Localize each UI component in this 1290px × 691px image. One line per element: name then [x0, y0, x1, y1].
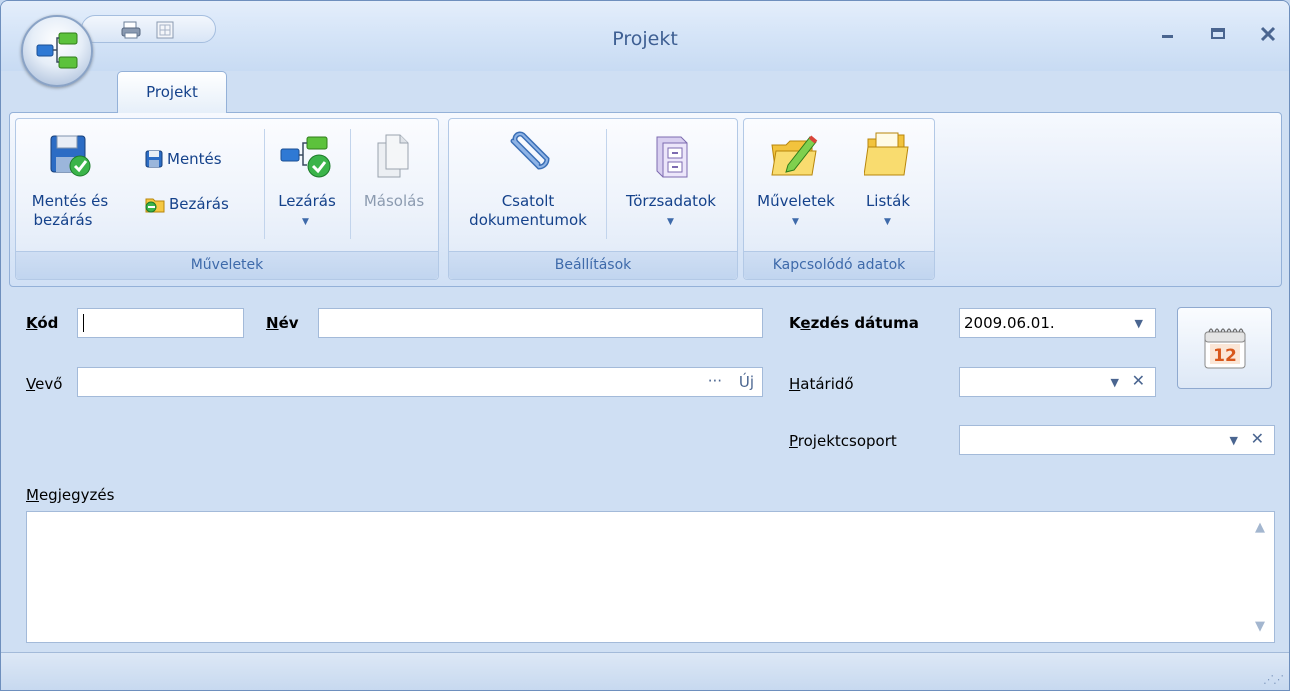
nev-label-text: Név	[266, 314, 299, 332]
attached-documents-label-1: Csatolt	[501, 192, 555, 210]
megjegyzes-label-text: Megjegyzés	[26, 486, 115, 504]
nev-label: Név	[266, 314, 299, 332]
master-data-label: Törzsadatok	[626, 192, 716, 210]
group-label-muveletek: Műveletek	[16, 251, 438, 279]
hatarido-label-text: Határidő	[789, 375, 854, 393]
minimize-icon	[1162, 35, 1173, 38]
finalize-button[interactable]: Lezárás ▼	[267, 123, 347, 245]
save-and-close-label-2: bezárás	[33, 211, 93, 229]
window: Projekt Projekt Mentés és bezárás Mentés…	[0, 0, 1290, 691]
close-button[interactable]	[1257, 23, 1279, 45]
copy-icon	[377, 134, 409, 178]
lists-label: Listák	[865, 192, 911, 210]
status-bar: ⋰⋰	[1, 652, 1289, 690]
minimize-button[interactable]	[1157, 23, 1179, 45]
application-menu-button[interactable]	[21, 15, 93, 87]
projektcsoport-label: Projektcsoport	[789, 432, 897, 450]
hatarido-clear-icon[interactable]: ✕	[1132, 371, 1145, 390]
hatarido-dropdown-icon[interactable]: ▼	[1111, 376, 1119, 389]
close-folder-icon	[145, 198, 165, 213]
ribbon-separator	[264, 129, 265, 239]
group-label-kapcsolodo-adatok: Kapcsolódó adatok	[744, 251, 934, 279]
kezdes-label-text: Kezdés dátuma	[789, 314, 919, 332]
ribbon-separator	[606, 129, 607, 239]
lists-dropdown-icon: ▼	[884, 217, 891, 227]
finalize-dropdown-icon: ▼	[302, 217, 309, 227]
close-icon	[1260, 26, 1276, 42]
scroll-down-icon[interactable]: ▼	[1255, 619, 1265, 634]
kezdes-date-input[interactable]: 2009.06.01. ▼	[959, 308, 1156, 338]
scroll-up-icon[interactable]: ▲	[1255, 520, 1265, 535]
save-button[interactable]: Mentés	[144, 149, 222, 169]
copy-button[interactable]: Másolás	[354, 123, 434, 245]
save-and-close-label-1: Mentés és	[31, 192, 109, 210]
finalize-icon	[280, 136, 331, 178]
window-title: Projekt	[612, 28, 678, 50]
title-bar: Projekt	[1, 1, 1289, 71]
save-and-close-button[interactable]: Mentés és bezárás	[20, 123, 120, 245]
calendar-button[interactable]: 12	[1177, 307, 1272, 389]
app-logo-icon	[36, 32, 78, 69]
tab-projekt[interactable]: Projekt	[117, 71, 227, 113]
vevo-input[interactable]: ··· Új	[77, 367, 763, 397]
close-form-button[interactable]: Bezárás	[144, 193, 229, 215]
master-data-dropdown-icon: ▼	[667, 217, 674, 227]
related-operations-dropdown-icon: ▼	[792, 217, 799, 227]
save-label: Mentés	[167, 150, 222, 168]
attached-documents-button[interactable]: Csatolt dokumentumok	[453, 123, 603, 245]
project-form: Kód Név Vevő ··· Új Kezdés dátuma 2009.0…	[1, 291, 1289, 651]
projektcsoport-label-text: Projektcsoport	[789, 432, 897, 450]
window-controls	[1157, 23, 1279, 45]
calendar-icon: 12	[1204, 328, 1246, 369]
ribbon: Mentés és bezárás Mentés Bezárás Lezárás…	[9, 112, 1282, 287]
ribbon-separator	[350, 129, 351, 239]
ribbon-group-kapcsolodo-adatok: Műveletek ▼ Listák ▼ Kapcsolódó adatok	[743, 118, 935, 280]
copy-label: Másolás	[363, 192, 425, 210]
ribbon-group-muveletek: Mentés és bezárás Mentés Bezárás Lezárás…	[15, 118, 439, 280]
folder-edit-icon	[771, 135, 818, 176]
kod-label: Kód	[26, 314, 58, 332]
megjegyzes-label: Megjegyzés	[26, 486, 114, 504]
projektcsoport-clear-icon[interactable]: ✕	[1251, 429, 1264, 448]
hatarido-label: Határidő	[789, 375, 854, 393]
maximize-icon	[1211, 28, 1225, 39]
nev-input[interactable]	[318, 308, 763, 338]
maximize-button[interactable]	[1207, 23, 1229, 45]
master-data-button[interactable]: Törzsadatok ▼	[609, 123, 733, 245]
folder-list-icon	[864, 132, 909, 176]
calendar-day: 12	[1213, 346, 1237, 366]
projektcsoport-dropdown-icon[interactable]: ▼	[1230, 434, 1238, 447]
kezdes-label: Kezdés dátuma	[789, 314, 919, 332]
lists-button[interactable]: Listák ▼	[848, 123, 928, 245]
kezdes-dropdown-icon[interactable]: ▼	[1135, 317, 1143, 330]
vevo-label-text: Vevő	[26, 375, 63, 393]
close-form-label: Bezárás	[169, 195, 229, 213]
vevo-label: Vevő	[26, 375, 62, 393]
cabinet-icon	[656, 136, 688, 178]
save-icon	[145, 150, 163, 168]
paperclip-icon	[510, 131, 550, 170]
vevo-new-button[interactable]: Új	[739, 373, 754, 391]
kod-input[interactable]	[77, 308, 244, 338]
projektcsoport-select[interactable]: ▼ ✕	[959, 425, 1275, 455]
save-close-icon	[50, 135, 91, 177]
group-label-beallitasok: Beállítások	[449, 251, 737, 279]
attached-documents-label-2: dokumentumok	[469, 211, 587, 229]
megjegyzes-textarea[interactable]: ▲ ▼	[26, 511, 1275, 643]
kod-label-text: Kód	[26, 314, 59, 332]
vevo-browse-button[interactable]: ···	[708, 372, 722, 390]
ribbon-group-beallitasok: Csatolt dokumentumok Törzsadatok ▼ Beáll…	[448, 118, 738, 280]
hatarido-date-input[interactable]: ▼ ✕	[959, 367, 1156, 397]
resize-grip-icon[interactable]: ⋰⋰	[1263, 673, 1284, 686]
related-operations-button[interactable]: Műveletek ▼	[746, 123, 846, 245]
text-caret	[83, 314, 84, 332]
finalize-label: Lezárás	[278, 192, 336, 210]
related-operations-label: Műveletek	[757, 192, 835, 210]
kezdes-value: 2009.06.01.	[964, 314, 1055, 332]
